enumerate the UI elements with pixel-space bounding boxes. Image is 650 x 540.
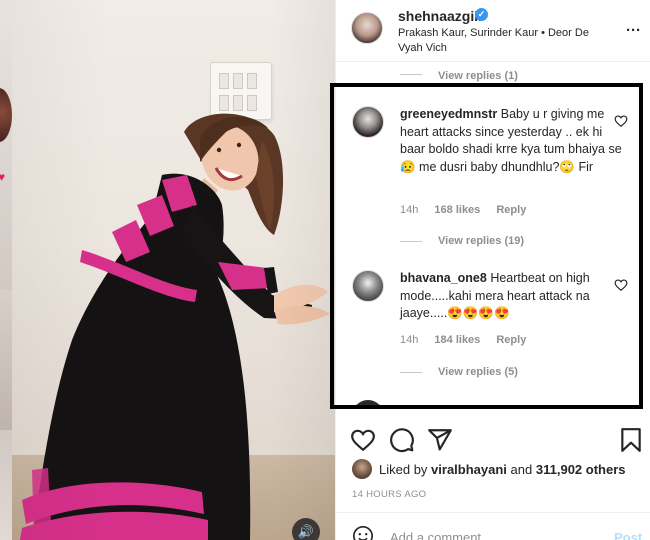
view-replies-link[interactable]: View replies (19) xyxy=(438,235,524,247)
author-avatar[interactable] xyxy=(351,12,383,44)
comment-meta: 14h 168 likes Reply xyxy=(400,204,539,216)
comment-likes[interactable]: 184 likes xyxy=(434,334,480,346)
likes-summary: Liked by viralbhayani and 311,902 others xyxy=(336,458,650,482)
view-replies-link[interactable]: View replies (1) xyxy=(438,70,518,82)
post-timestamp[interactable]: 14 HOURS AGO xyxy=(352,489,426,500)
commenter-username[interactable]: bhavana_one8 xyxy=(400,271,487,285)
more-horizontal-icon[interactable]: ··· xyxy=(626,22,641,39)
previous-post-thumbnail xyxy=(0,88,12,142)
commenter-avatar[interactable] xyxy=(352,270,384,302)
post-sidebar: shehnaazgill ✓ Prakash Kaur, Surinder Ka… xyxy=(335,0,650,540)
share-icon[interactable] xyxy=(427,427,453,453)
replies-divider xyxy=(400,372,422,373)
post-actions xyxy=(336,420,650,460)
liker-username[interactable]: viralbhayani xyxy=(431,462,507,477)
instagram-post-view: ♥ 🔊 shehnaazgill ✓ Prakash Kaur, Surinde… xyxy=(0,0,650,540)
commenter-avatar[interactable] xyxy=(352,400,384,407)
previous-post-image xyxy=(0,290,12,430)
replies-divider xyxy=(400,241,422,242)
post-comment-button[interactable]: Post xyxy=(614,530,642,540)
likes-conjunction: and xyxy=(510,462,533,477)
audio-toggle-icon[interactable]: 🔊 xyxy=(292,518,320,540)
like-comment-heart-icon[interactable] xyxy=(614,114,628,128)
heart-icon: ♥ xyxy=(0,170,6,184)
bookmark-icon[interactable] xyxy=(618,427,644,453)
reply-button[interactable]: Reply xyxy=(496,334,526,346)
replies-divider xyxy=(400,74,422,75)
audio-track-link[interactable]: Prakash Kaur, Surinder Kaur • Deor De Vy… xyxy=(398,26,616,56)
post-header: shehnaazgill ✓ Prakash Kaur, Surinder Ka… xyxy=(336,0,650,62)
view-replies-link[interactable]: View replies (5) xyxy=(438,366,518,378)
comment-icon[interactable] xyxy=(389,427,415,453)
commenter-username[interactable]: greeneyedmnstr xyxy=(400,107,497,121)
comment-time[interactable]: 14h xyxy=(400,204,418,216)
emoji-smile-icon[interactable] xyxy=(352,525,374,540)
reply-button[interactable]: Reply xyxy=(496,204,526,216)
comment-composer: Add a comment... Post xyxy=(336,512,650,540)
previous-post-strip[interactable]: ♥ xyxy=(0,0,12,540)
like-comment-heart-icon[interactable] xyxy=(614,278,628,292)
video-vignette xyxy=(12,0,335,540)
likes-text: Liked by viralbhayani and 311,902 others xyxy=(379,462,626,477)
comments-list[interactable]: View replies (1) greeneyedmnstr Baby u r… xyxy=(336,62,650,407)
verified-badge-icon: ✓ xyxy=(475,8,488,21)
likes-count[interactable]: 311,902 others xyxy=(536,462,626,477)
likes-prefix: Liked by xyxy=(379,462,428,477)
comment-input[interactable]: Add a comment... xyxy=(390,530,492,540)
comment-time[interactable]: 14h xyxy=(400,334,418,346)
comment-meta: 14h 184 likes Reply xyxy=(400,334,539,346)
heart-icon[interactable] xyxy=(350,427,376,453)
post-video[interactable] xyxy=(12,0,335,540)
author-username[interactable]: shehnaazgill xyxy=(398,8,482,24)
comment-body: greeneyedmnstr Baby u r giving me heart … xyxy=(400,106,622,176)
commenter-avatar[interactable] xyxy=(352,106,384,138)
comment-body: bhavana_one8 Heartbeat on high mode.....… xyxy=(400,270,622,323)
comment-likes[interactable]: 168 likes xyxy=(434,204,480,216)
liker-avatar[interactable] xyxy=(352,459,372,479)
